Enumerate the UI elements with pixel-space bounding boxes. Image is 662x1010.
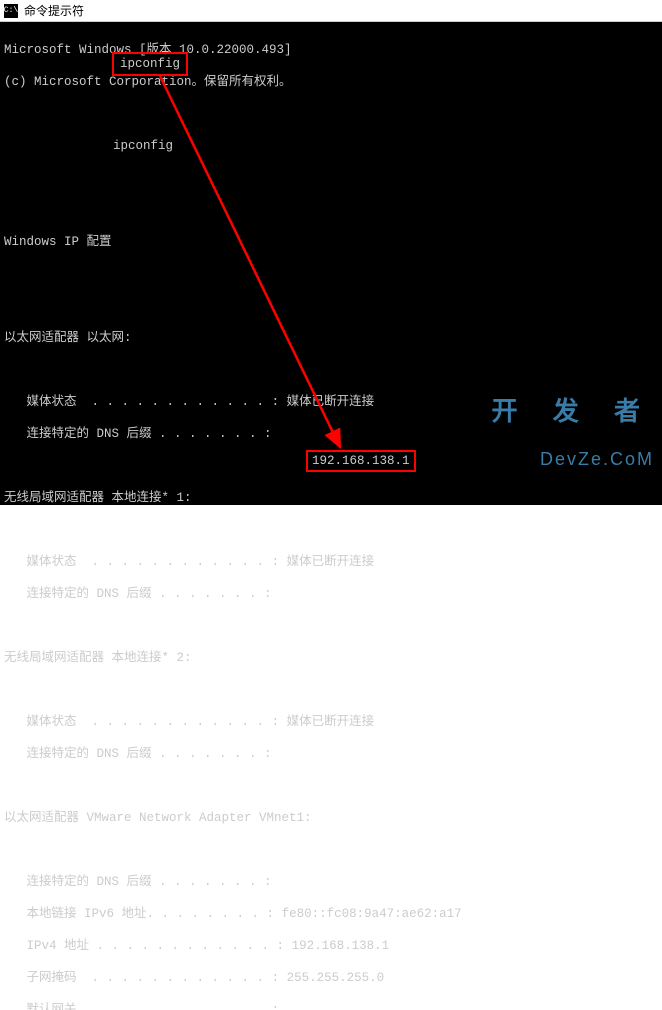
copyright-line: (c) Microsoft Corporation。保留所有权利。 (4, 74, 658, 90)
adapter-line: 连接特定的 DNS 后缀 . . . . . . . : (4, 746, 658, 762)
adapter-line: IPv4 地址 . . . . . . . . . . . . : 192.16… (4, 938, 658, 954)
prompt-line: ipconfig (4, 138, 658, 154)
ipconfig-title: Windows IP 配置 (4, 234, 658, 250)
adapter-line: 媒体状态 . . . . . . . . . . . . : 媒体已断开连接 (4, 394, 658, 410)
command-highlight-box: ipconfig (112, 52, 188, 76)
cmd-icon: C:\ (4, 4, 18, 18)
adapter-header: 无线局域网适配器 本地连接* 1: (4, 490, 658, 506)
adapter-line: 连接特定的 DNS 后缀 . . . . . . . : (4, 586, 658, 602)
adapter-line: 媒体状态 . . . . . . . . . . . . : 媒体已断开连接 (4, 714, 658, 730)
adapter-line: 子网掩码 . . . . . . . . . . . . : 255.255.2… (4, 970, 658, 986)
adapter-line: 媒体状态 . . . . . . . . . . . . : 媒体已断开连接 (4, 554, 658, 570)
version-line: Microsoft Windows [版本 10.0.22000.493] (4, 42, 658, 58)
adapter-header: 无线局域网适配器 本地连接* 2: (4, 650, 658, 666)
adapter-line: 本地链接 IPv6 地址. . . . . . . . : fe80::fc08… (4, 906, 658, 922)
adapter-header: 以太网适配器 VMware Network Adapter VMnet1: (4, 810, 658, 826)
adapter-line: 连接特定的 DNS 后缀 . . . . . . . : (4, 426, 658, 442)
adapter-line: 连接特定的 DNS 后缀 . . . . . . . : (4, 874, 658, 890)
adapter-line: 默认网关. . . . . . . . . . . . . : (4, 1002, 658, 1010)
terminal-output[interactable]: Microsoft Windows [版本 10.0.22000.493] (c… (0, 22, 662, 505)
window-title: 命令提示符 (24, 2, 84, 19)
ipv4-highlight-box: 192.168.138.1 (306, 450, 416, 472)
adapter-header: 以太网适配器 以太网: (4, 330, 658, 346)
titlebar: C:\ 命令提示符 (0, 0, 662, 22)
